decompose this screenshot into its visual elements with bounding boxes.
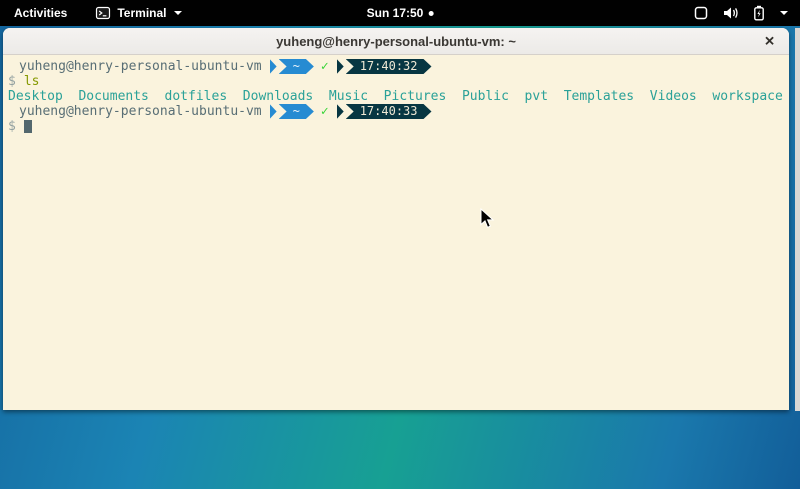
top-bar: Activities Terminal Sun 17:50: [0, 0, 800, 26]
prompt-symbol: $: [8, 119, 16, 134]
chevron-down-icon: [780, 11, 788, 15]
prompt-dir-segment: ~: [270, 104, 314, 119]
ls-output-line: Desktop Documents dotfiles Downloads Mus…: [8, 89, 785, 104]
powerline-arrow-icon: [337, 59, 344, 74]
app-menu-terminal[interactable]: Terminal: [95, 5, 182, 21]
right-edge-sliver: [795, 28, 800, 411]
powerline-arrow-icon: [270, 104, 277, 119]
terminal-app-icon: [95, 5, 111, 21]
mouse-cursor: [480, 208, 495, 235]
prompt-time: 17:40:32: [346, 59, 432, 74]
prompt-host: yuheng@henry-personal-ubuntu-vm: [8, 104, 262, 119]
command-line: $ ls: [8, 74, 785, 89]
clock-menu[interactable]: Sun 17:50: [367, 0, 434, 26]
prompt-dir: ~: [279, 59, 314, 74]
prompt-time: 17:40:33: [346, 104, 432, 119]
desktop: { "topbar": { "activities_label": "Activ…: [0, 0, 800, 489]
window-titlebar[interactable]: yuheng@henry-personal-ubuntu-vm: ~ ✕: [3, 28, 789, 55]
chevron-down-icon: [174, 11, 182, 15]
clock-label: Sun 17:50: [367, 6, 424, 20]
battery-charging-icon: [753, 5, 765, 21]
prompt-line: yuheng@henry-personal-ubuntu-vm ~ ✓ 17:4…: [8, 59, 785, 74]
status-check-icon: ✓: [321, 59, 329, 74]
prompt-dir-segment: ~: [270, 59, 314, 74]
system-status-menu[interactable]: [693, 0, 800, 26]
prompt-time-segment: 17:40:32: [337, 59, 432, 74]
prompt-host: yuheng@henry-personal-ubuntu-vm: [8, 59, 262, 74]
notification-dot-icon: [428, 11, 433, 16]
powerline-arrow-icon: [270, 59, 277, 74]
volume-icon: [722, 5, 740, 21]
prompt-dir: ~: [279, 104, 314, 119]
window-title: yuheng@henry-personal-ubuntu-vm: ~: [276, 34, 516, 49]
powerline-arrow-icon: [337, 104, 344, 119]
command-text: ls: [24, 74, 40, 89]
screen-icon: [693, 5, 709, 21]
prompt-line: yuheng@henry-personal-ubuntu-vm ~ ✓ 17:4…: [8, 104, 785, 119]
app-menu-label: Terminal: [117, 6, 166, 20]
text-cursor: [24, 120, 32, 133]
prompt-time-segment: 17:40:33: [337, 104, 432, 119]
terminal-content[interactable]: yuheng@henry-personal-ubuntu-vm ~ ✓ 17:4…: [3, 55, 789, 134]
activities-button[interactable]: Activities: [0, 0, 81, 26]
close-icon[interactable]: ✕: [764, 35, 775, 48]
input-line: $: [8, 119, 785, 134]
terminal-window: yuheng@henry-personal-ubuntu-vm: ~ ✕ yuh…: [3, 28, 789, 410]
prompt-symbol: $: [8, 74, 16, 89]
status-check-icon: ✓: [321, 104, 329, 119]
